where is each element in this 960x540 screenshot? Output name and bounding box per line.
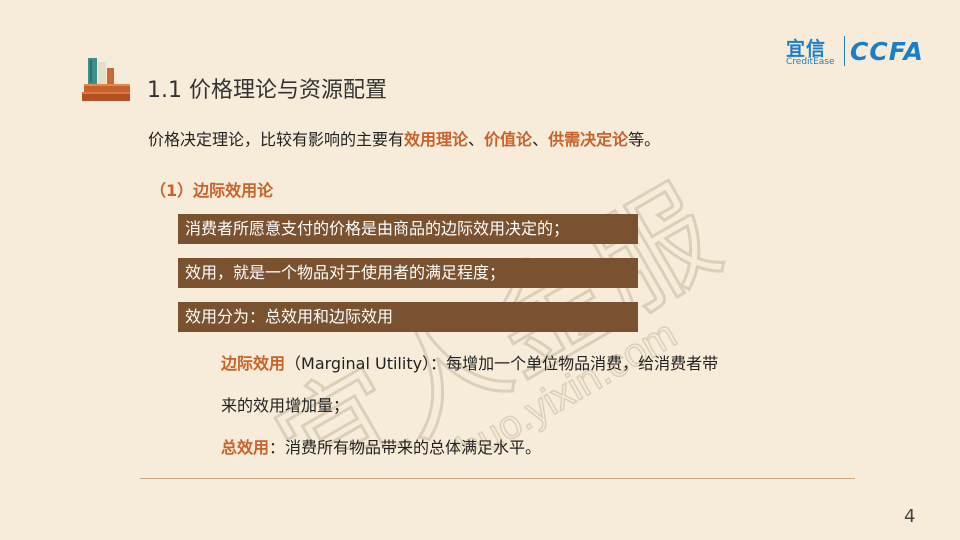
definition-bar-3: 效用分为：总效用和边际效用 xyxy=(178,302,638,332)
marginal-utility-text: （Marginal Utility）：每增加一个单位物品消费，给消费者带 xyxy=(285,354,719,373)
intro-separator-1: 、 xyxy=(468,130,485,149)
total-utility-term: 总效用 xyxy=(221,438,270,457)
intro-term-utility: 效用理论 xyxy=(404,130,469,149)
total-utility-line: 总效用：消费所有物品带来的总体满足水平。 xyxy=(221,434,541,458)
logo-partner: CCFA xyxy=(850,37,924,66)
marginal-utility-line-1: 边际效用（Marginal Utility）：每增加一个单位物品消费，给消费者带 xyxy=(221,350,718,374)
logo-divider xyxy=(844,36,845,66)
logo: 宜信 CreditEase CCFA xyxy=(786,34,936,68)
page-title: 1.1 价格理论与资源配置 xyxy=(147,78,387,103)
marginal-utility-line-2: 来的效用增加量； xyxy=(221,396,350,415)
footer-divider xyxy=(140,478,855,479)
intro-suffix: 等。 xyxy=(628,130,661,149)
slide: 宜人金服 xinghuo.yixin.com 1.1 价格理论与资源配置 宜信 … xyxy=(0,0,960,540)
intro-text: 价格决定理论，比较有影响的主要有效用理论、价值论、供需决定论等。 xyxy=(148,126,660,150)
books-icon xyxy=(82,58,130,101)
intro-prefix: 价格决定理论，比较有影响的主要有 xyxy=(148,130,405,149)
definition-bar-1: 消费者所愿意支付的价格是由商品的边际效用决定的； xyxy=(178,214,638,244)
page-number: 4 xyxy=(904,506,916,527)
watermark-url: xinghuo.yixin.com xyxy=(387,312,684,450)
definition-bar-2: 效用，就是一个物品对于使用者的满足程度； xyxy=(178,258,638,288)
marginal-utility-term: 边际效用 xyxy=(221,354,286,373)
total-utility-text: ：消费所有物品带来的总体满足水平。 xyxy=(269,438,542,457)
intro-term-supply-demand: 供需决定论 xyxy=(548,130,629,149)
logo-brand-en: CreditEase xyxy=(786,57,835,67)
section-heading: （1）边际效用论 xyxy=(150,181,274,200)
intro-term-value: 价值论 xyxy=(484,130,533,149)
intro-separator-2: 、 xyxy=(532,130,549,149)
